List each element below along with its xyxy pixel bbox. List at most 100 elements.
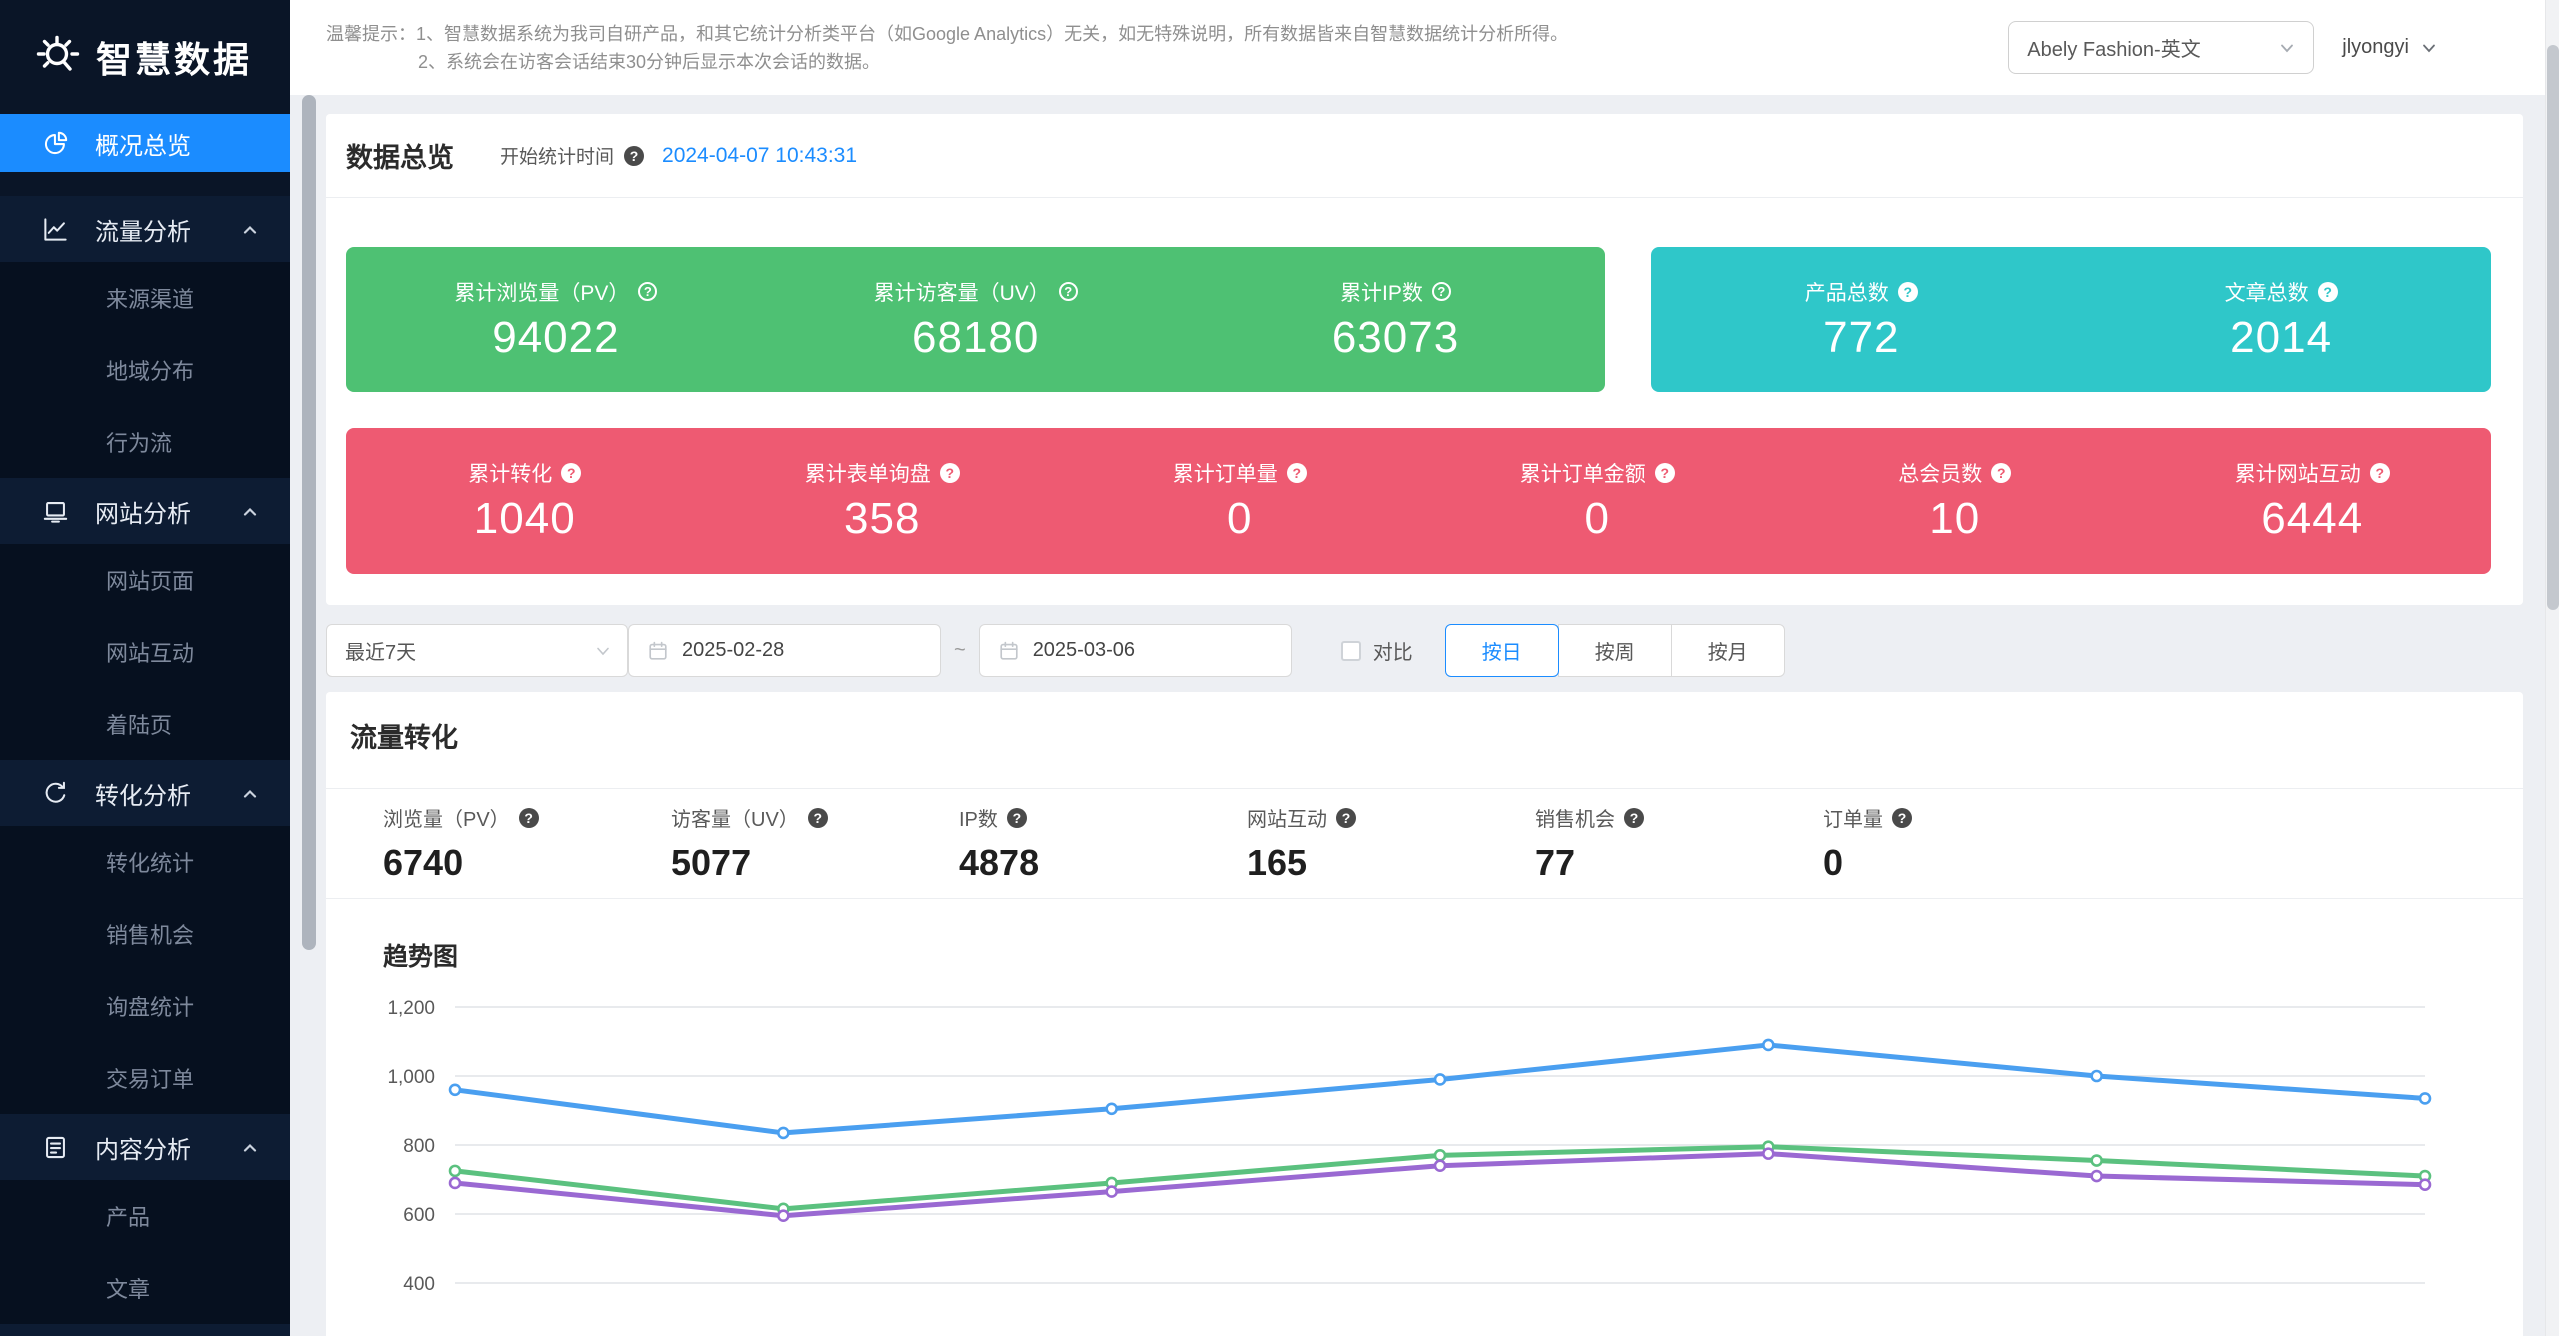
metric-value: 0 (1823, 842, 2111, 884)
chevron-down-icon (2419, 38, 2439, 58)
metric-label: IP数 (959, 803, 998, 832)
traffic-metrics: 浏览量（PV）?6740访客量（UV）?5077IP数?4878网站互动?165… (326, 789, 2523, 899)
metric-label: 网站互动 (1247, 803, 1327, 832)
start-time-label: 开始统计时间 (500, 142, 614, 169)
metric-value: 165 (1247, 842, 1535, 884)
chevron-up-icon (240, 219, 260, 239)
stat-value: 772 (1823, 313, 1899, 363)
help-icon[interactable]: ? (808, 808, 828, 828)
help-icon[interactable]: ? (638, 282, 657, 301)
date-from-value: 2025-02-28 (682, 639, 784, 662)
stat-cell: 累计订单金额?0 (1419, 458, 1777, 544)
main-area: 温馨提示：1、智慧数据系统为我司自研产品，和其它统计分析类平台（如Google … (290, 0, 2559, 1336)
date-from-input[interactable]: 2025-02-28 (628, 624, 941, 677)
refresh-icon (42, 780, 69, 807)
sidebar-submenu: 转化统计销售机会询盘统计交易订单 (0, 826, 290, 1114)
calendar-icon (647, 640, 669, 662)
stat-value: 6444 (2261, 494, 2363, 544)
traffic-metric: 浏览量（PV）?6740 (383, 803, 671, 884)
sidebar-scrollbar-thumb[interactable] (302, 95, 316, 950)
stat-label: 总会员数 (1898, 458, 1982, 488)
sidebar-subitem[interactable]: 行为流 (0, 406, 290, 478)
granularity-option-2[interactable]: 按周 (1558, 624, 1672, 677)
help-icon[interactable]: ? (1655, 463, 1675, 483)
help-icon[interactable]: ? (561, 463, 581, 483)
help-icon[interactable]: ? (2370, 463, 2390, 483)
stat-cell: 总会员数?10 (1776, 458, 2134, 544)
help-icon[interactable]: ? (1287, 463, 1307, 483)
help-icon[interactable]: ? (940, 463, 960, 483)
sidebar-subitem[interactable]: 地域分布 (0, 334, 290, 406)
stat-label: 文章总数 (2225, 277, 2309, 307)
sidebar-subitem[interactable]: 产品 (0, 1180, 290, 1252)
trend-chart-title: 趋势图 (383, 937, 2523, 967)
stat-cards: 累计浏览量（PV）?94022累计访客量（UV）?68180累计IP数?6307… (326, 198, 2523, 605)
sidebar-item-label: 概况总览 (95, 126, 191, 161)
stat-card-conversion-totals: 累计转化?1040累计表单询盘?358累计订单量?0累计订单金额?0总会员数?1… (346, 428, 2491, 574)
page-scrollbar[interactable] (2545, 0, 2559, 1336)
user-menu[interactable]: jlyongyi (2342, 36, 2439, 59)
chevron-up-icon (240, 1137, 260, 1157)
sidebar-subitem[interactable]: 网站互动 (0, 616, 290, 688)
sidebar-subitem[interactable]: 网站页面 (0, 544, 290, 616)
pie-chart-icon (42, 130, 69, 157)
metric-label: 浏览量（PV） (383, 803, 510, 832)
granularity-option-3[interactable]: 按月 (1671, 624, 1785, 677)
help-icon[interactable]: ? (1432, 282, 1451, 301)
help-icon[interactable]: ? (1898, 282, 1918, 302)
stat-value: 68180 (912, 313, 1039, 363)
help-icon[interactable]: ? (1991, 463, 2011, 483)
calendar-icon (998, 640, 1020, 662)
traffic-metric: 订单量?0 (1823, 803, 2111, 884)
date-range-select-value: 最近7天 (345, 636, 416, 665)
sidebar-subitem[interactable]: 转化统计 (0, 826, 290, 898)
top-notice-bar: 温馨提示：1、智慧数据系统为我司自研产品，和其它统计分析类平台（如Google … (290, 0, 2559, 95)
trend-chart[interactable]: 1,2001,000800600400 (326, 967, 2523, 1327)
sidebar-group-2[interactable]: 网站分析 (0, 478, 290, 544)
date-separator: ~ (954, 639, 966, 662)
date-range-select[interactable]: 最近7天 (326, 624, 628, 677)
sidebar-group-1[interactable]: 流量分析 (0, 196, 290, 262)
help-icon[interactable]: ? (2318, 282, 2338, 302)
sidebar-subitem[interactable]: 销售机会 (0, 898, 290, 970)
compare-checkbox[interactable] (1341, 641, 1361, 661)
help-icon[interactable]: ? (519, 808, 539, 828)
stat-value: 358 (844, 494, 920, 544)
stat-cell: 产品总数? 772 (1651, 277, 2071, 363)
stat-card-content-totals: 产品总数?772文章总数?2014 (1651, 247, 2491, 392)
metric-label: 销售机会 (1535, 803, 1615, 832)
sidebar-subitem[interactable]: 询盘统计 (0, 970, 290, 1042)
chevron-up-icon (240, 783, 260, 803)
help-icon[interactable]: ? (1007, 808, 1027, 828)
page-scrollbar-thumb[interactable] (2547, 45, 2559, 610)
traffic-panel: 流量转化 浏览量（PV）?6740访客量（UV）?5077IP数?4878网站互… (326, 692, 2523, 1336)
granularity-option-1[interactable]: 按日 (1445, 624, 1559, 677)
sidebar-subitem[interactable]: 交易订单 (0, 1042, 290, 1114)
sidebar-subitem[interactable]: 来源渠道 (0, 262, 290, 334)
date-to-input[interactable]: 2025-03-06 (979, 624, 1292, 677)
help-icon[interactable]: ? (1059, 282, 1078, 301)
sidebar-group-4[interactable]: 内容分析 (0, 1114, 290, 1180)
stat-label: 产品总数 (1805, 277, 1889, 307)
sidebar-item-overview[interactable]: 概况总览 (0, 114, 290, 172)
chevron-up-icon (240, 501, 260, 521)
help-icon[interactable]: ? (1892, 808, 1912, 828)
help-icon[interactable]: ? (624, 146, 644, 166)
help-icon[interactable]: ? (1336, 808, 1356, 828)
sidebar-group-label: 内容分析 (95, 1130, 191, 1165)
svg-text:800: 800 (403, 1136, 435, 1157)
help-icon[interactable]: ? (1624, 808, 1644, 828)
stat-cell: 累计IP数?63073 (1186, 277, 1606, 363)
svg-text:400: 400 (403, 1274, 435, 1295)
site-select[interactable]: Abely Fashion-英文 (2008, 21, 2314, 74)
sidebar-subitem[interactable]: 着陆页 (0, 688, 290, 760)
logo-magnifier-icon (34, 33, 82, 81)
sidebar-group-label: 流量分析 (95, 212, 191, 247)
username: jlyongyi (2342, 36, 2409, 59)
stat-label: 累计访客量（UV） (874, 277, 1050, 307)
sidebar-group-label: 网站分析 (95, 494, 191, 529)
document-icon (42, 1134, 69, 1161)
sidebar-group-3[interactable]: 转化分析 (0, 760, 290, 826)
overview-panel: 数据总览 开始统计时间 ? 2024-04-07 10:43:31 累计浏览量（… (326, 114, 2523, 605)
sidebar-subitem[interactable]: 文章 (0, 1252, 290, 1324)
